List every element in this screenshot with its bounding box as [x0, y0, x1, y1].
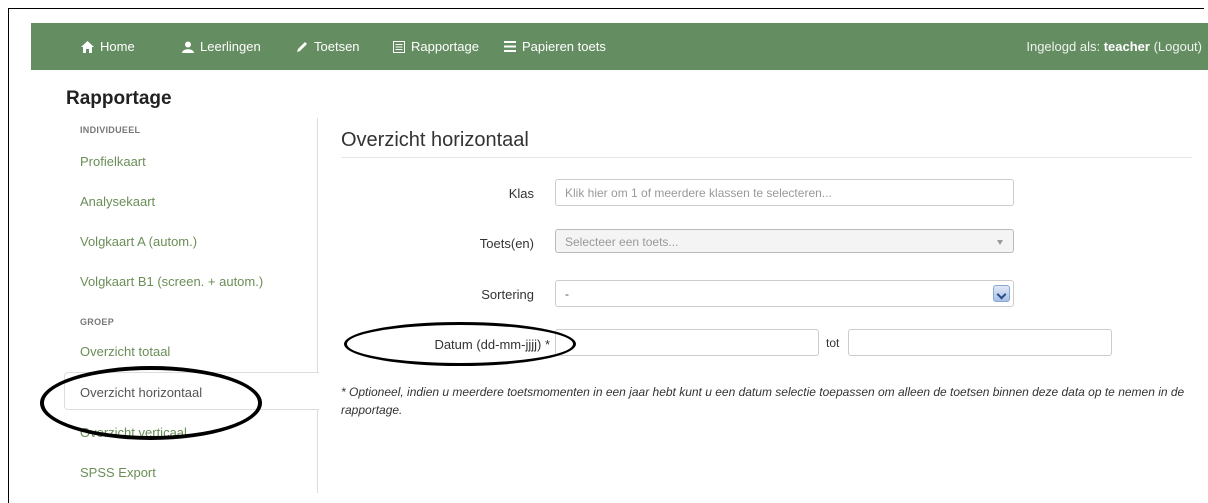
datum-label: Datum (dd-mm-jjjj) * — [434, 337, 550, 352]
sidebar-item-label: Overzicht horizontaal — [80, 385, 203, 400]
page-title: Rapportage — [66, 88, 172, 109]
nav-leerlingen[interactable]: Leerlingen — [182, 39, 261, 54]
toetsen-label: Toets(en) — [479, 236, 534, 251]
pencil-icon — [296, 41, 308, 53]
nav-home-label: Home — [100, 39, 135, 54]
optional-date-note: * Optioneel, indien u meerdere toetsmome… — [341, 385, 1185, 417]
nav-toetsen[interactable]: Toetsen — [296, 39, 360, 54]
sortering-value: - — [565, 287, 569, 301]
tot-label: tot — [826, 336, 840, 350]
nav-leerlingen-label: Leerlingen — [200, 39, 261, 54]
nav-papieren-toets[interactable]: Papieren toets — [504, 39, 606, 54]
login-status: Ingelogd als: teacher (Logout) — [1026, 39, 1202, 54]
title-divider — [341, 157, 1192, 158]
sortering-select[interactable]: - — [555, 280, 1014, 307]
klas-placeholder: Klik hier om 1 of meerdere klassen te se… — [565, 186, 832, 200]
datum-from-input[interactable] — [555, 329, 819, 356]
content-title: Overzicht horizontaal — [341, 129, 529, 151]
sidebar-item-profielkaart[interactable]: Profielkaart — [80, 154, 146, 169]
nav-home[interactable]: Home — [81, 39, 135, 54]
sortering-label: Sortering — [481, 287, 534, 302]
chevron-down-icon[interactable] — [993, 285, 1010, 302]
user-icon — [182, 41, 194, 53]
sidebar-section-groep: GROEP — [80, 317, 115, 327]
sidebar-section-individueel: INDIVIDUEEL — [80, 125, 141, 135]
top-navbar: Home Leerlingen Toetsen Rapportage Papie… — [31, 23, 1208, 70]
report-icon — [393, 40, 405, 53]
sidebar-item-overzicht-verticaal[interactable]: Overzicht verticaal — [80, 425, 187, 440]
home-icon — [81, 40, 94, 53]
logout-link[interactable]: (Logout) — [1154, 39, 1202, 54]
sidebar-item-overzicht-horizontaal[interactable]: Overzicht horizontaal — [64, 372, 319, 410]
klas-label: Klas — [508, 186, 534, 201]
sidebar-item-spss-export[interactable]: SPSS Export — [80, 465, 156, 480]
toetsen-placeholder: Selecteer een toets... — [565, 235, 679, 249]
nav-toetsen-label: Toetsen — [314, 39, 360, 54]
nav-rapportage[interactable]: Rapportage — [393, 39, 479, 54]
klas-multiselect[interactable]: Klik hier om 1 of meerdere klassen te se… — [555, 179, 1014, 206]
sidebar-item-overzicht-totaal[interactable]: Overzicht totaal — [80, 344, 170, 359]
toetsen-select[interactable]: Selecteer een toets... — [555, 229, 1014, 253]
nav-papieren-toets-label: Papieren toets — [522, 39, 606, 54]
datum-to-input[interactable] — [848, 329, 1112, 356]
login-prefix: Ingelogd als: — [1026, 39, 1104, 54]
caret-down-icon — [997, 240, 1003, 245]
login-user: teacher — [1103, 39, 1150, 54]
sidebar-item-volgkaart-b1[interactable]: Volgkaart B1 (screen. + autom.) — [80, 274, 263, 289]
nav-rapportage-label: Rapportage — [411, 39, 479, 54]
list-icon — [504, 41, 516, 52]
sidebar: INDIVIDUEEL Profielkaart Analysekaart Vo… — [64, 118, 319, 493]
sidebar-item-volgkaart-a[interactable]: Volgkaart A (autom.) — [80, 234, 197, 249]
sidebar-item-analysekaart[interactable]: Analysekaart — [80, 194, 155, 209]
